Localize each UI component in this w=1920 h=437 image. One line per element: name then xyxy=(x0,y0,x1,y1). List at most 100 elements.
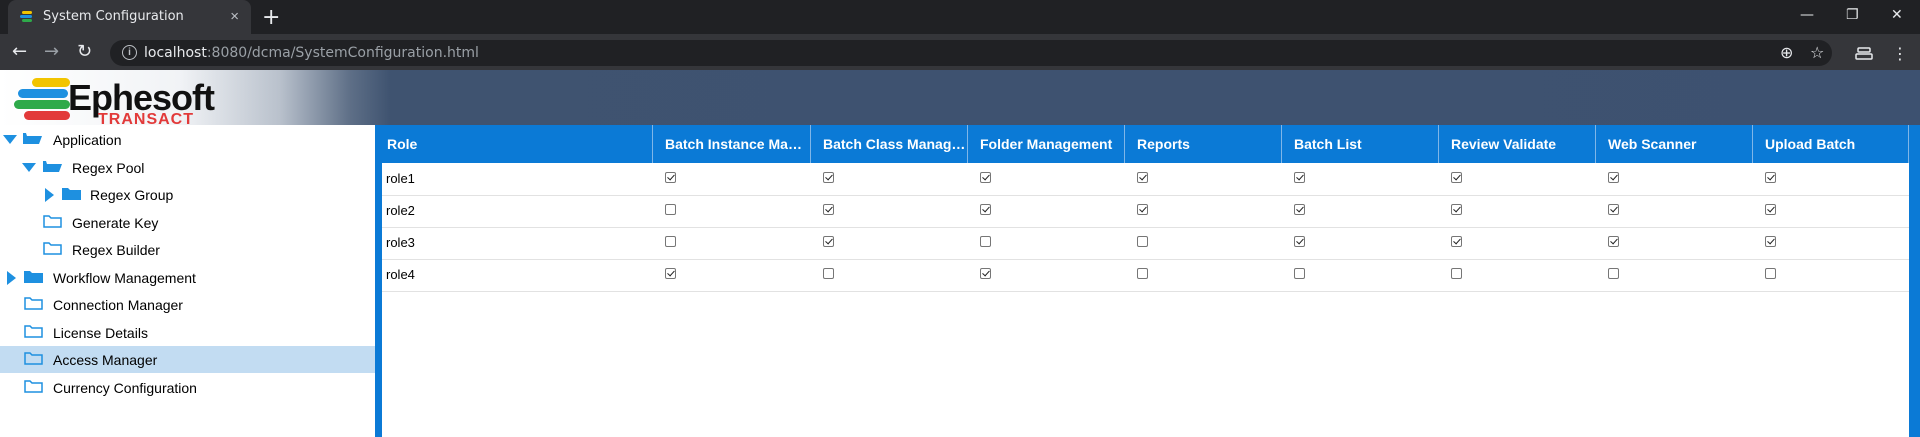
forward-button[interactable]: → xyxy=(44,41,59,62)
site-info-icon[interactable]: i xyxy=(122,45,137,60)
collapse-arrow-icon[interactable] xyxy=(22,163,36,172)
permission-checkbox[interactable] xyxy=(665,172,676,183)
role-cell: role1 xyxy=(386,171,415,186)
permission-checkbox[interactable] xyxy=(980,172,991,183)
open-folder-icon xyxy=(43,161,62,172)
grid-right-border xyxy=(1909,163,1920,437)
tree-item-access-manager[interactable]: Access Manager xyxy=(0,346,375,373)
column-header-role[interactable]: Role xyxy=(382,125,653,163)
reload-button[interactable]: ↻ xyxy=(77,41,92,62)
permission-checkbox[interactable] xyxy=(1451,172,1462,183)
permission-checkbox[interactable] xyxy=(1137,268,1148,279)
table-row[interactable]: role4 xyxy=(382,259,1909,292)
zoom-icon[interactable]: ⊕ xyxy=(1780,43,1793,62)
restore-button[interactable]: ❐ xyxy=(1846,7,1859,23)
table-row[interactable]: role3 xyxy=(382,227,1909,260)
browser-tab[interactable]: System Configuration × xyxy=(8,0,251,34)
permission-checkbox[interactable] xyxy=(1137,204,1148,215)
permission-checkbox[interactable] xyxy=(1765,204,1776,215)
folder-outline-icon xyxy=(24,297,43,310)
collapse-arrow-icon[interactable] xyxy=(3,135,17,144)
table-row[interactable]: role1 xyxy=(382,163,1909,196)
open-folder-icon xyxy=(23,133,42,144)
permission-checkbox[interactable] xyxy=(1608,236,1619,247)
column-header-upload-batch[interactable]: Upload Batch xyxy=(1753,125,1909,163)
column-header-folder-management[interactable]: Folder Management xyxy=(968,125,1125,163)
tree-label: Application xyxy=(53,132,122,148)
tree-item-currency-configuration[interactable]: Currency Configuration xyxy=(0,374,375,401)
window-close-button[interactable]: ✕ xyxy=(1891,7,1903,23)
extension-icon[interactable] xyxy=(1855,45,1873,61)
permission-checkbox[interactable] xyxy=(823,268,834,279)
panel-splitter[interactable] xyxy=(375,125,382,437)
grid-header: Role Batch Instance Management Batch Cla… xyxy=(382,125,1920,163)
permission-checkbox[interactable] xyxy=(665,204,676,215)
browser-menu-icon[interactable]: ⋮ xyxy=(1892,44,1908,63)
permission-checkbox[interactable] xyxy=(980,268,991,279)
app-favicon-icon xyxy=(20,11,32,22)
app-header: Ephesoft TRANSACT xyxy=(0,70,1920,128)
minimize-button[interactable]: — xyxy=(1800,7,1814,23)
permission-checkbox[interactable] xyxy=(980,204,991,215)
permission-checkbox[interactable] xyxy=(1765,236,1776,247)
permission-checkbox[interactable] xyxy=(823,172,834,183)
url-text[interactable]: localhost:8080/dcma/SystemConfiguration.… xyxy=(144,45,479,61)
permission-checkbox[interactable] xyxy=(665,268,676,279)
tab-title: System Configuration xyxy=(43,9,184,24)
permission-checkbox[interactable] xyxy=(665,236,676,247)
permission-checkbox[interactable] xyxy=(823,204,834,215)
permission-checkbox[interactable] xyxy=(823,236,834,247)
column-header-batch-instance-management[interactable]: Batch Instance Management xyxy=(653,125,811,163)
column-header-batch-list[interactable]: Batch List xyxy=(1282,125,1439,163)
browser-tab-bar: System Configuration × + — ❐ ✕ xyxy=(0,0,1920,34)
tree-item-regex-pool[interactable]: Regex Pool xyxy=(0,154,375,181)
permission-checkbox[interactable] xyxy=(1608,172,1619,183)
tree-label: Regex Pool xyxy=(72,160,145,176)
column-header-batch-class-management[interactable]: Batch Class Management xyxy=(811,125,968,163)
permission-checkbox[interactable] xyxy=(1294,172,1305,183)
permission-checkbox[interactable] xyxy=(1137,236,1148,247)
folder-outline-icon xyxy=(43,215,62,228)
tree-item-workflow-management[interactable]: Workflow Management xyxy=(0,264,375,291)
tree-item-regex-builder[interactable]: Regex Builder xyxy=(0,236,375,263)
permission-checkbox[interactable] xyxy=(1608,204,1619,215)
permission-checkbox[interactable] xyxy=(1294,236,1305,247)
expand-arrow-icon[interactable] xyxy=(45,188,54,202)
permission-checkbox[interactable] xyxy=(1451,204,1462,215)
folder-outline-icon xyxy=(24,380,43,393)
permission-checkbox[interactable] xyxy=(1137,172,1148,183)
access-permissions-grid: Role Batch Instance Management Batch Cla… xyxy=(382,125,1920,437)
column-header-web-scanner[interactable]: Web Scanner xyxy=(1596,125,1753,163)
tree-label: Regex Group xyxy=(90,187,174,203)
permission-checkbox[interactable] xyxy=(980,236,991,247)
permission-checkbox[interactable] xyxy=(1294,268,1305,279)
tree-label: Workflow Management xyxy=(53,270,196,286)
tree-item-application[interactable]: Application xyxy=(0,126,375,153)
permission-checkbox[interactable] xyxy=(1608,268,1619,279)
tree-item-generate-key[interactable]: Generate Key xyxy=(0,209,375,236)
tab-close-icon[interactable]: × xyxy=(230,8,239,25)
tree-item-connection-manager[interactable]: Connection Manager xyxy=(0,291,375,318)
column-header-review-validate[interactable]: Review Validate xyxy=(1439,125,1596,163)
column-header-reports[interactable]: Reports xyxy=(1125,125,1282,163)
address-bar[interactable]: i localhost:8080/dcma/SystemConfiguratio… xyxy=(110,40,1832,66)
permission-checkbox[interactable] xyxy=(1765,172,1776,183)
tree-item-regex-group[interactable]: Regex Group xyxy=(0,181,375,208)
folder-icon xyxy=(62,188,81,200)
folder-outline-icon xyxy=(24,352,43,365)
ephesoft-logo: Ephesoft TRANSACT xyxy=(14,76,215,128)
table-row[interactable]: role2 xyxy=(382,195,1909,228)
permission-checkbox[interactable] xyxy=(1451,236,1462,247)
tree-label: License Details xyxy=(53,325,148,341)
expand-arrow-icon[interactable] xyxy=(7,271,16,285)
back-button[interactable]: ← xyxy=(12,41,27,62)
tree-item-license-details[interactable]: License Details xyxy=(0,319,375,346)
navigation-tree: Application Regex Pool Regex Group Gener… xyxy=(0,125,375,437)
permission-checkbox[interactable] xyxy=(1765,268,1776,279)
folder-icon xyxy=(24,271,43,283)
bookmark-star-icon[interactable]: ☆ xyxy=(1810,43,1824,62)
new-tab-button[interactable]: + xyxy=(262,5,280,30)
permission-checkbox[interactable] xyxy=(1294,204,1305,215)
role-cell: role4 xyxy=(386,267,415,282)
permission-checkbox[interactable] xyxy=(1451,268,1462,279)
